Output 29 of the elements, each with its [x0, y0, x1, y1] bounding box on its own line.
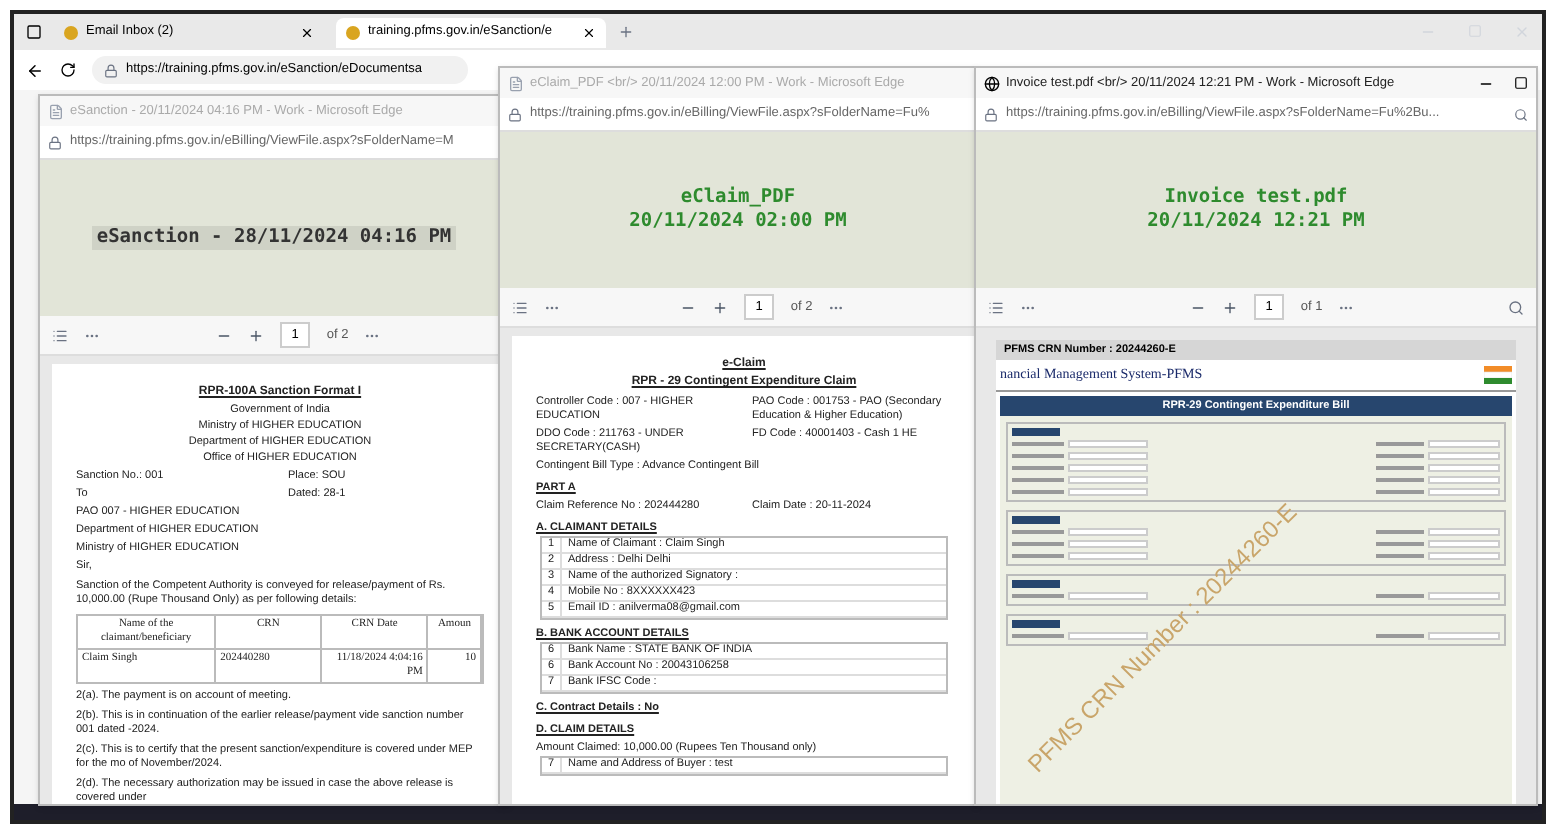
- maximize-icon[interactable]: [1514, 76, 1528, 90]
- page-icon: [508, 75, 524, 91]
- close-icon[interactable]: [582, 25, 596, 39]
- zoom-in-icon[interactable]: [247, 327, 264, 343]
- contents-icon[interactable]: [988, 299, 1004, 315]
- banner-text: eSanction - 28/11/2024 04:16 PM: [92, 226, 456, 250]
- refresh-icon[interactable]: [60, 62, 76, 78]
- close-icon[interactable]: [300, 25, 314, 39]
- new-tab-icon[interactable]: [618, 24, 634, 40]
- globe-icon: [984, 75, 1000, 91]
- lock-icon: [984, 107, 998, 121]
- contents-icon[interactable]: [512, 299, 528, 315]
- site-icon: [346, 25, 360, 39]
- zoom-in-icon[interactable]: [1221, 299, 1238, 315]
- back-icon[interactable]: [26, 61, 44, 79]
- banner-text: 20/11/2024 02:00 PM: [627, 210, 849, 234]
- zoom-in-icon[interactable]: [711, 299, 728, 315]
- banner-text: eClaim_PDF: [678, 186, 798, 210]
- search-icon[interactable]: [1514, 107, 1528, 121]
- lock-icon: [508, 107, 522, 121]
- banner-text: 20/11/2024 12:21 PM: [1145, 210, 1367, 234]
- lock-icon: [48, 135, 62, 149]
- lock-icon: [104, 63, 118, 77]
- tab-actions-icon[interactable]: [26, 24, 42, 40]
- site-icon: [64, 25, 78, 39]
- page-icon: [48, 103, 64, 119]
- search-icon[interactable]: [1508, 299, 1524, 315]
- contents-icon[interactable]: [52, 327, 68, 343]
- banner-text: Invoice test.pdf: [1162, 186, 1350, 210]
